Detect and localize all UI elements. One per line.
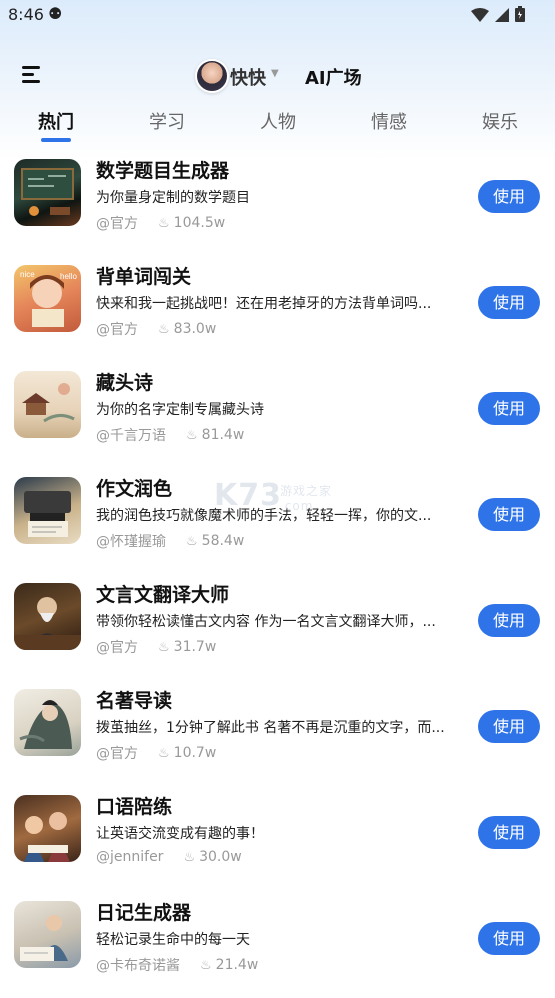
item-description: 拨茧抽丝，1分钟了解此书 名著不再是沉重的文字，而...	[96, 720, 445, 736]
list-item[interactable]: nice hello 背单词闯关 快来和我一起挑战吧！还在用老掉牙的方法背单词吗.…	[0, 256, 555, 362]
app-notification-icon: ⚉	[48, 4, 63, 23]
item-title: 藏头诗	[96, 372, 154, 394]
wifi-icon	[471, 7, 489, 26]
item-thumbnail	[14, 477, 81, 544]
use-button[interactable]: 使用	[478, 604, 540, 637]
item-description: 带领你轻松读懂古文内容 作为一名文言文翻译大师，...	[96, 614, 436, 630]
fire-icon: ♨	[158, 321, 170, 337]
active-tab-indicator	[41, 138, 71, 142]
status-bar: 8:46 ⚉	[0, 0, 555, 30]
fire-icon: ♨	[186, 427, 198, 443]
item-meta: @怀瑾握瑜 ♨ 58.4w	[96, 531, 244, 551]
item-description: 让英语交流变成有趣的事！	[96, 826, 264, 842]
item-usage-count: 10.7w	[173, 745, 217, 761]
use-button[interactable]: 使用	[478, 922, 540, 955]
top-nav: 快快 ▼ AI广场	[0, 52, 555, 102]
item-usage-count: 104.5w	[173, 215, 226, 231]
item-title: 文言文翻译大师	[96, 584, 230, 606]
item-title: 背单词闯关	[96, 266, 192, 288]
item-meta: @千言万语 ♨ 81.4w	[96, 425, 244, 445]
svg-text:hello: hello	[60, 272, 77, 281]
use-button[interactable]: 使用	[478, 180, 540, 213]
use-button[interactable]: 使用	[478, 816, 540, 849]
item-author: @官方	[96, 322, 138, 338]
item-meta: @官方 ♨ 104.5w	[96, 213, 225, 233]
use-button[interactable]: 使用	[478, 392, 540, 425]
item-title: 口语陪练	[96, 796, 173, 818]
fire-icon: ♨	[200, 957, 212, 973]
tab-entertainment[interactable]: 娱乐	[482, 108, 518, 134]
item-usage-count: 30.0w	[199, 849, 242, 865]
list-item[interactable]: 数学题目生成器 为你量身定制的数学题目 @官方 ♨ 104.5w 使用	[0, 150, 555, 256]
battery-icon	[515, 6, 525, 26]
status-icons	[471, 6, 525, 26]
item-meta: @jennifer ♨ 30.0w	[96, 849, 242, 865]
watermark: K73 游戏之家 .com	[214, 478, 331, 513]
item-title: 日记生成器	[96, 902, 192, 924]
item-usage-count: 31.7w	[173, 639, 217, 655]
item-usage-count: 21.4w	[215, 957, 259, 973]
list-item[interactable]: 名著导读 拨茧抽丝，1分钟了解此书 名著不再是沉重的文字，而... @官方 ♨ …	[0, 680, 555, 786]
item-thumbnail	[14, 689, 81, 756]
signal-icon	[495, 7, 509, 26]
item-title: 作文润色	[96, 478, 173, 500]
item-meta: @官方 ♨ 10.7w	[96, 743, 216, 763]
fire-icon: ♨	[158, 745, 170, 761]
item-meta: @卡布奇诺酱 ♨ 21.4w	[96, 955, 258, 975]
item-description: 轻松记录生命中的每一天	[96, 932, 250, 948]
watermark-main: K73	[214, 478, 282, 513]
list-item[interactable]: 口语陪练 让英语交流变成有趣的事！ @jennifer ♨ 30.0w 使用	[0, 786, 555, 892]
svg-text:nice: nice	[20, 270, 35, 279]
item-author: @jennifer	[96, 849, 164, 865]
item-description: 为你量身定制的数学题目	[96, 190, 250, 206]
avatar[interactable]	[195, 59, 229, 93]
item-author: @怀瑾握瑜	[96, 534, 166, 550]
item-description: 为你的名字定制专属藏头诗	[96, 402, 264, 418]
item-meta: @官方 ♨ 31.7w	[96, 637, 216, 657]
item-description: 快来和我一起挑战吧！还在用老掉牙的方法背单词吗...	[96, 296, 432, 312]
status-time: 8:46	[8, 5, 44, 24]
item-author: @官方	[96, 216, 138, 232]
fire-icon: ♨	[183, 849, 196, 865]
use-button[interactable]: 使用	[478, 286, 540, 319]
item-thumbnail	[14, 159, 81, 226]
tab-emotion[interactable]: 情感	[371, 108, 407, 134]
tab-people[interactable]: 人物	[260, 108, 296, 134]
tab-hot[interactable]: 热门	[38, 108, 74, 134]
fire-icon: ♨	[186, 533, 198, 549]
item-thumbnail	[14, 795, 81, 862]
item-usage-count: 58.4w	[201, 533, 245, 549]
watermark-sub: 游戏之家 .com	[280, 484, 333, 513]
fire-icon: ♨	[158, 639, 170, 655]
item-thumbnail	[14, 371, 81, 438]
item-usage-count: 83.0w	[173, 321, 217, 337]
item-thumbnail	[14, 583, 81, 650]
item-thumbnail	[14, 901, 81, 968]
user-name[interactable]: 快快	[230, 64, 266, 90]
tab-study[interactable]: 学习	[149, 108, 185, 134]
item-author: @官方	[96, 746, 138, 762]
page-title: AI广场	[305, 68, 362, 89]
category-tabs: 热门 学习 人物 情感 娱乐	[0, 104, 555, 144]
use-button[interactable]: 使用	[478, 498, 540, 531]
item-author: @卡布奇诺酱	[96, 958, 180, 974]
chevron-down-icon[interactable]: ▼	[271, 68, 279, 79]
use-button[interactable]: 使用	[478, 710, 540, 743]
item-title: 名著导读	[96, 690, 173, 712]
item-title: 数学题目生成器	[96, 160, 230, 182]
list-item[interactable]: 文言文翻译大师 带领你轻松读懂古文内容 作为一名文言文翻译大师，... @官方 …	[0, 574, 555, 680]
list-item[interactable]: 藏头诗 为你的名字定制专属藏头诗 @千言万语 ♨ 81.4w 使用	[0, 362, 555, 468]
menu-icon[interactable]	[22, 64, 44, 86]
item-usage-count: 81.4w	[201, 427, 245, 443]
fire-icon: ♨	[158, 215, 170, 231]
item-author: @千言万语	[96, 428, 166, 444]
list-item[interactable]: 日记生成器 轻松记录生命中的每一天 @卡布奇诺酱 ♨ 21.4w 使用	[0, 892, 555, 998]
item-meta: @官方 ♨ 83.0w	[96, 319, 216, 339]
item-thumbnail: nice hello	[14, 265, 81, 332]
item-author: @官方	[96, 640, 138, 656]
